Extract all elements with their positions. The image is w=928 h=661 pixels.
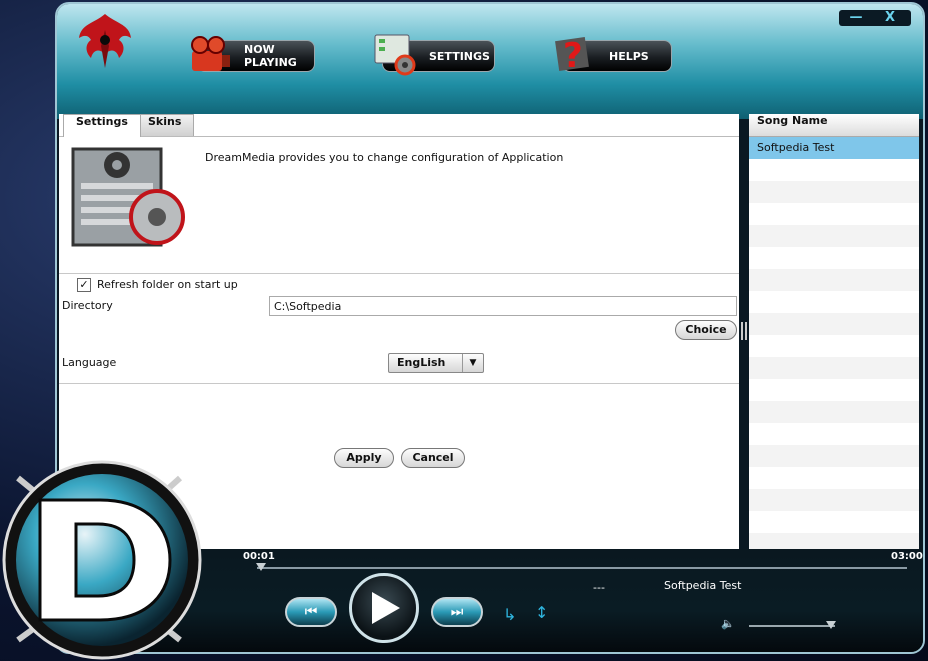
next-button[interactable]: ⏭ xyxy=(431,597,483,627)
repeat-icon[interactable]: ↳ xyxy=(503,605,516,624)
speaker-icon[interactable]: 🔈 xyxy=(721,617,735,630)
playlist-item[interactable]: Softpedia Test xyxy=(749,137,919,159)
volume-slider[interactable] xyxy=(749,625,835,627)
playlist-empty-row xyxy=(749,357,919,379)
seek-bar[interactable] xyxy=(257,567,907,569)
language-value: EngLish xyxy=(397,356,446,369)
choice-button[interactable]: Choice xyxy=(675,320,737,340)
playlist-empty-row xyxy=(749,159,919,181)
now-playing-title: Softpedia Test xyxy=(664,579,742,592)
splitter-handle[interactable] xyxy=(741,322,747,340)
current-time: 00:01 xyxy=(243,551,275,562)
playlist-empty-row xyxy=(749,313,919,335)
dreammedia-d-logo-icon xyxy=(2,460,202,660)
playlist-empty-row xyxy=(749,423,919,445)
cancel-button[interactable]: Cancel xyxy=(401,448,465,468)
now-playing-label: NOW PLAYING xyxy=(244,43,297,69)
settings-nav-label: SETTINGS xyxy=(429,49,490,63)
directory-input[interactable]: C:\Softpedia xyxy=(269,296,737,316)
now-playing-button[interactable]: NOW PLAYING xyxy=(191,36,315,72)
shuffle-icon[interactable]: ↕ xyxy=(535,603,548,622)
divider xyxy=(59,273,739,274)
film-projector-icon xyxy=(191,36,230,71)
apply-button[interactable]: Apply xyxy=(334,448,394,468)
close-button[interactable]: X xyxy=(873,10,907,26)
now-playing-dash: --- xyxy=(593,581,605,594)
language-label: Language xyxy=(62,356,117,369)
volume-thumb[interactable] xyxy=(825,621,836,629)
helps-button[interactable]: ? HELPS xyxy=(555,36,672,76)
refresh-checkbox[interactable]: ✓ xyxy=(77,278,91,292)
tab-skins[interactable]: Skins xyxy=(135,114,195,137)
next-icon: ⏭ xyxy=(450,604,464,620)
window-controls: — X xyxy=(839,10,911,26)
prev-icon: ⏮ xyxy=(304,604,318,620)
seek-thumb[interactable] xyxy=(255,563,266,571)
settings-gear-icon xyxy=(374,34,416,76)
dragon-logo-icon xyxy=(79,14,131,68)
playlist-empty-row xyxy=(749,489,919,511)
directory-label: Directory xyxy=(62,299,113,312)
play-button[interactable] xyxy=(349,573,419,643)
playlist-empty-row xyxy=(749,291,919,313)
playlist-empty-row xyxy=(749,335,919,357)
prev-button[interactable]: ⏮ xyxy=(285,597,337,627)
playlist-empty-row xyxy=(749,401,919,423)
language-select[interactable]: EngLish ▼ xyxy=(388,353,484,373)
playlist-empty-row xyxy=(749,247,919,269)
svg-text:?: ? xyxy=(563,36,583,76)
play-icon xyxy=(372,592,400,624)
playlist-empty-row xyxy=(749,269,919,291)
refresh-label: Refresh folder on start up xyxy=(97,278,238,291)
chevron-down-icon: ▼ xyxy=(462,354,483,372)
playlist-empty-row xyxy=(749,445,919,467)
playlist-empty-row xyxy=(749,511,919,533)
playlist-panel: Song Name Softpedia Test xyxy=(749,114,919,555)
playlist-empty-row xyxy=(749,467,919,489)
playlist-empty-row xyxy=(749,225,919,247)
helps-label: HELPS xyxy=(609,49,649,63)
minimize-button[interactable]: — xyxy=(839,10,873,26)
settings-illustration-icon xyxy=(71,147,185,247)
playlist-empty-row xyxy=(749,203,919,225)
settings-nav-button[interactable]: SETTINGS xyxy=(374,34,495,76)
playlist-empty-row xyxy=(749,379,919,401)
top-toolbar: — X NOW PLAYING SETTINGS ? HELPS xyxy=(57,4,923,119)
divider xyxy=(59,383,739,384)
total-time: 03:00 xyxy=(891,551,923,562)
settings-description: DreamMedia provides you to change config… xyxy=(205,151,564,164)
tab-settings[interactable]: Settings xyxy=(63,114,141,137)
help-question-icon: ? xyxy=(555,36,589,76)
playlist-header[interactable]: Song Name xyxy=(749,114,919,137)
playlist-empty-row xyxy=(749,181,919,203)
